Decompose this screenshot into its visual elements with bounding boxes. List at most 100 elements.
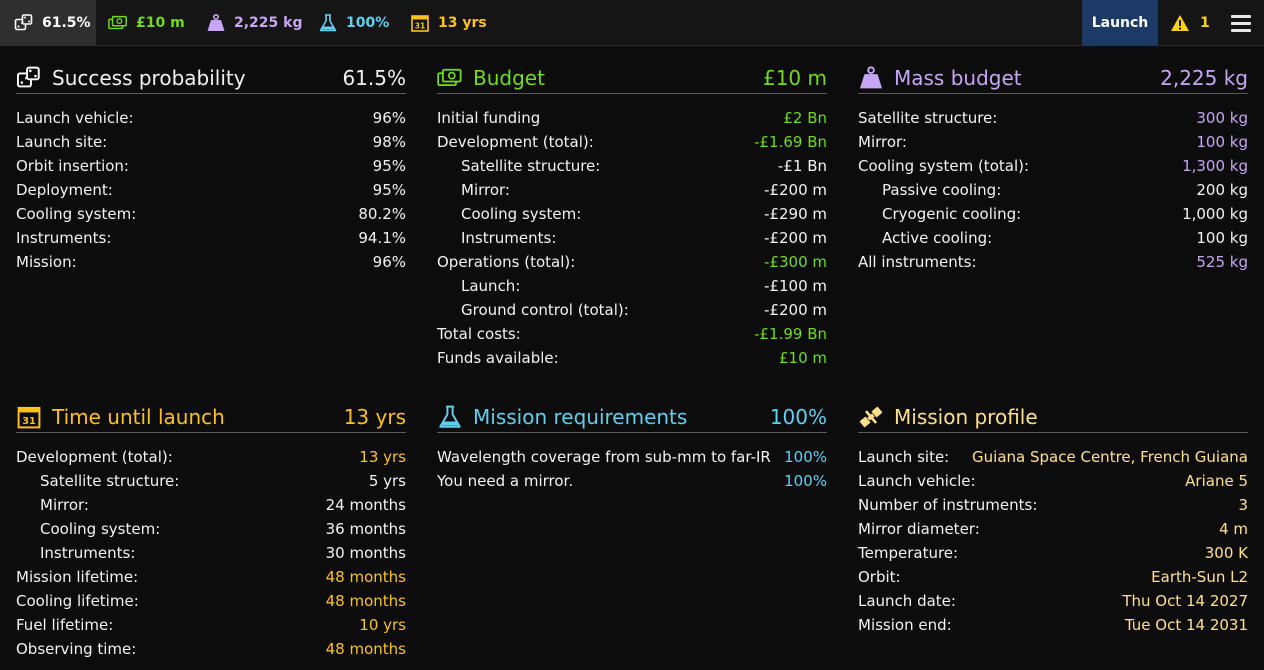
list-item: Mission: 96%	[16, 250, 406, 274]
row-value: Ariane 5	[1185, 472, 1248, 490]
row-label: All instruments:	[858, 253, 977, 271]
row-value: 1,000 kg	[1182, 205, 1248, 223]
list-item: Instruments: 94.1%	[16, 226, 406, 250]
row-label: Cooling system:	[40, 520, 161, 538]
launch-button[interactable]: Launch	[1082, 0, 1158, 46]
list-item: Ground control (total): -£200 m	[437, 298, 827, 322]
list-item: Launch vehicle: Ariane 5	[858, 469, 1248, 493]
list-item: Operations (total): -£300 m	[437, 250, 827, 274]
requirements-indicator[interactable]: 100%	[318, 0, 389, 46]
row-value: 24 months	[325, 496, 406, 514]
list-item: Mirror: 100 kg	[858, 130, 1248, 154]
row-value: £10 m	[778, 349, 827, 367]
list-item: Number of instruments: 3	[858, 493, 1248, 517]
list-item: Mission lifetime: 48 months	[16, 565, 406, 589]
row-label: Total costs:	[437, 325, 521, 343]
list-item: Orbit insertion: 95%	[16, 154, 406, 178]
list-item: Development (total): 13 yrs	[16, 445, 406, 469]
panel-value: £10 m	[762, 65, 827, 90]
row-value: 30 months	[325, 544, 406, 562]
row-label: Mission end:	[858, 616, 952, 634]
success-probability-indicator[interactable]: 61.5%	[0, 0, 96, 46]
row-label: Launch:	[461, 277, 521, 295]
mass-value: 2,225 kg	[234, 15, 303, 31]
row-value: Tue Oct 14 2031	[1124, 616, 1248, 634]
list-item: You need a mirror. 100%	[437, 469, 827, 493]
list-item: Satellite structure: 300 kg	[858, 106, 1248, 130]
row-value: 10 yrs	[359, 616, 406, 634]
row-value: 98%	[372, 133, 406, 151]
row-label: Temperature:	[858, 544, 959, 562]
mass-indicator[interactable]: 2,225 kg	[206, 0, 303, 46]
row-label: Launch vehicle:	[16, 109, 134, 127]
list-item: Funds available: £10 m	[437, 346, 827, 370]
row-value: 100 kg	[1196, 229, 1248, 247]
row-value: 80.2%	[358, 205, 406, 223]
budget-value: £10 m	[136, 15, 185, 31]
row-value: 100%	[784, 448, 827, 466]
hamburger-menu-icon[interactable]	[1230, 0, 1252, 46]
panel-value: 61.5%	[342, 65, 406, 90]
row-label: Satellite structure:	[858, 109, 998, 127]
row-label: Instruments:	[16, 229, 112, 247]
list-item: Mirror diameter: 4 m	[858, 517, 1248, 541]
calendar-icon: 31	[17, 406, 41, 428]
row-value: 300 K	[1204, 544, 1248, 562]
time-indicator[interactable]: 31 13 yrs	[410, 0, 487, 46]
list-item: Launch vehicle: 96%	[16, 106, 406, 130]
panel-header: Mass budget 2,225 kg	[858, 62, 1248, 94]
row-value: 36 months	[325, 520, 406, 538]
list-item: Cooling system: 80.2%	[16, 202, 406, 226]
row-value: -£290 m	[764, 205, 827, 223]
panel-title: Time until launch	[52, 404, 225, 429]
row-label: Satellite structure:	[461, 157, 601, 175]
list-item: Cooling lifetime: 48 months	[16, 589, 406, 613]
row-label: Mirror:	[461, 181, 510, 199]
row-label: Passive cooling:	[882, 181, 1002, 199]
row-label: Mission lifetime:	[16, 568, 139, 586]
warning-icon	[1171, 15, 1189, 31]
row-label: Number of instruments:	[858, 496, 1038, 514]
row-value: Guiana Space Centre, French Guiana	[972, 448, 1248, 466]
list-item: Development (total): -£1.69 Bn	[437, 130, 827, 154]
row-value: 94.1%	[358, 229, 406, 247]
dice-icon	[16, 66, 40, 87]
row-label: Active cooling:	[882, 229, 993, 247]
list-item: Orbit: Earth-Sun L2	[858, 565, 1248, 589]
row-label: Development (total):	[437, 133, 594, 151]
row-value: 48 months	[325, 568, 406, 586]
list-item: Launch site: 98%	[16, 130, 406, 154]
warnings-button[interactable]: 1	[1170, 0, 1210, 46]
panel-value: 13 yrs	[343, 404, 406, 429]
panel-header: Mission requirements 100%	[437, 401, 827, 433]
time-value: 13 yrs	[438, 15, 487, 31]
row-label: Cooling system (total):	[858, 157, 1030, 175]
row-label: Initial funding	[437, 109, 541, 127]
list-item: Mirror: 24 months	[16, 493, 406, 517]
row-label: Cooling system:	[16, 205, 137, 223]
row-value: 100%	[784, 472, 827, 490]
row-label: You need a mirror.	[437, 472, 574, 490]
list-item: Mission end: Tue Oct 14 2031	[858, 613, 1248, 637]
money-icon	[437, 68, 462, 86]
list-item: Launch: -£100 m	[437, 274, 827, 298]
row-value: -£200 m	[764, 301, 827, 319]
panel-header: Success probability 61.5%	[16, 62, 406, 94]
flask-icon	[319, 14, 337, 32]
row-value: 100 kg	[1196, 133, 1248, 151]
list-item: Fuel lifetime: 10 yrs	[16, 613, 406, 637]
row-value: 3	[1238, 496, 1248, 514]
row-value: -£300 m	[764, 253, 827, 271]
budget-indicator[interactable]: £10 m	[108, 0, 185, 46]
row-value: -£200 m	[764, 181, 827, 199]
list-item: Wavelength coverage from sub-mm to far-I…	[437, 445, 827, 469]
row-value: 95%	[372, 157, 406, 175]
row-value: 96%	[372, 253, 406, 271]
row-value: 48 months	[325, 592, 406, 610]
success-value: 61.5%	[42, 15, 91, 31]
row-value: -£100 m	[764, 277, 827, 295]
row-label: Mirror diameter:	[858, 520, 980, 538]
budget-panel: Budget £10 m Initial funding £2 Bn Develo…	[437, 62, 827, 370]
list-item: All instruments: 525 kg	[858, 250, 1248, 274]
row-label: Funds available:	[437, 349, 559, 367]
